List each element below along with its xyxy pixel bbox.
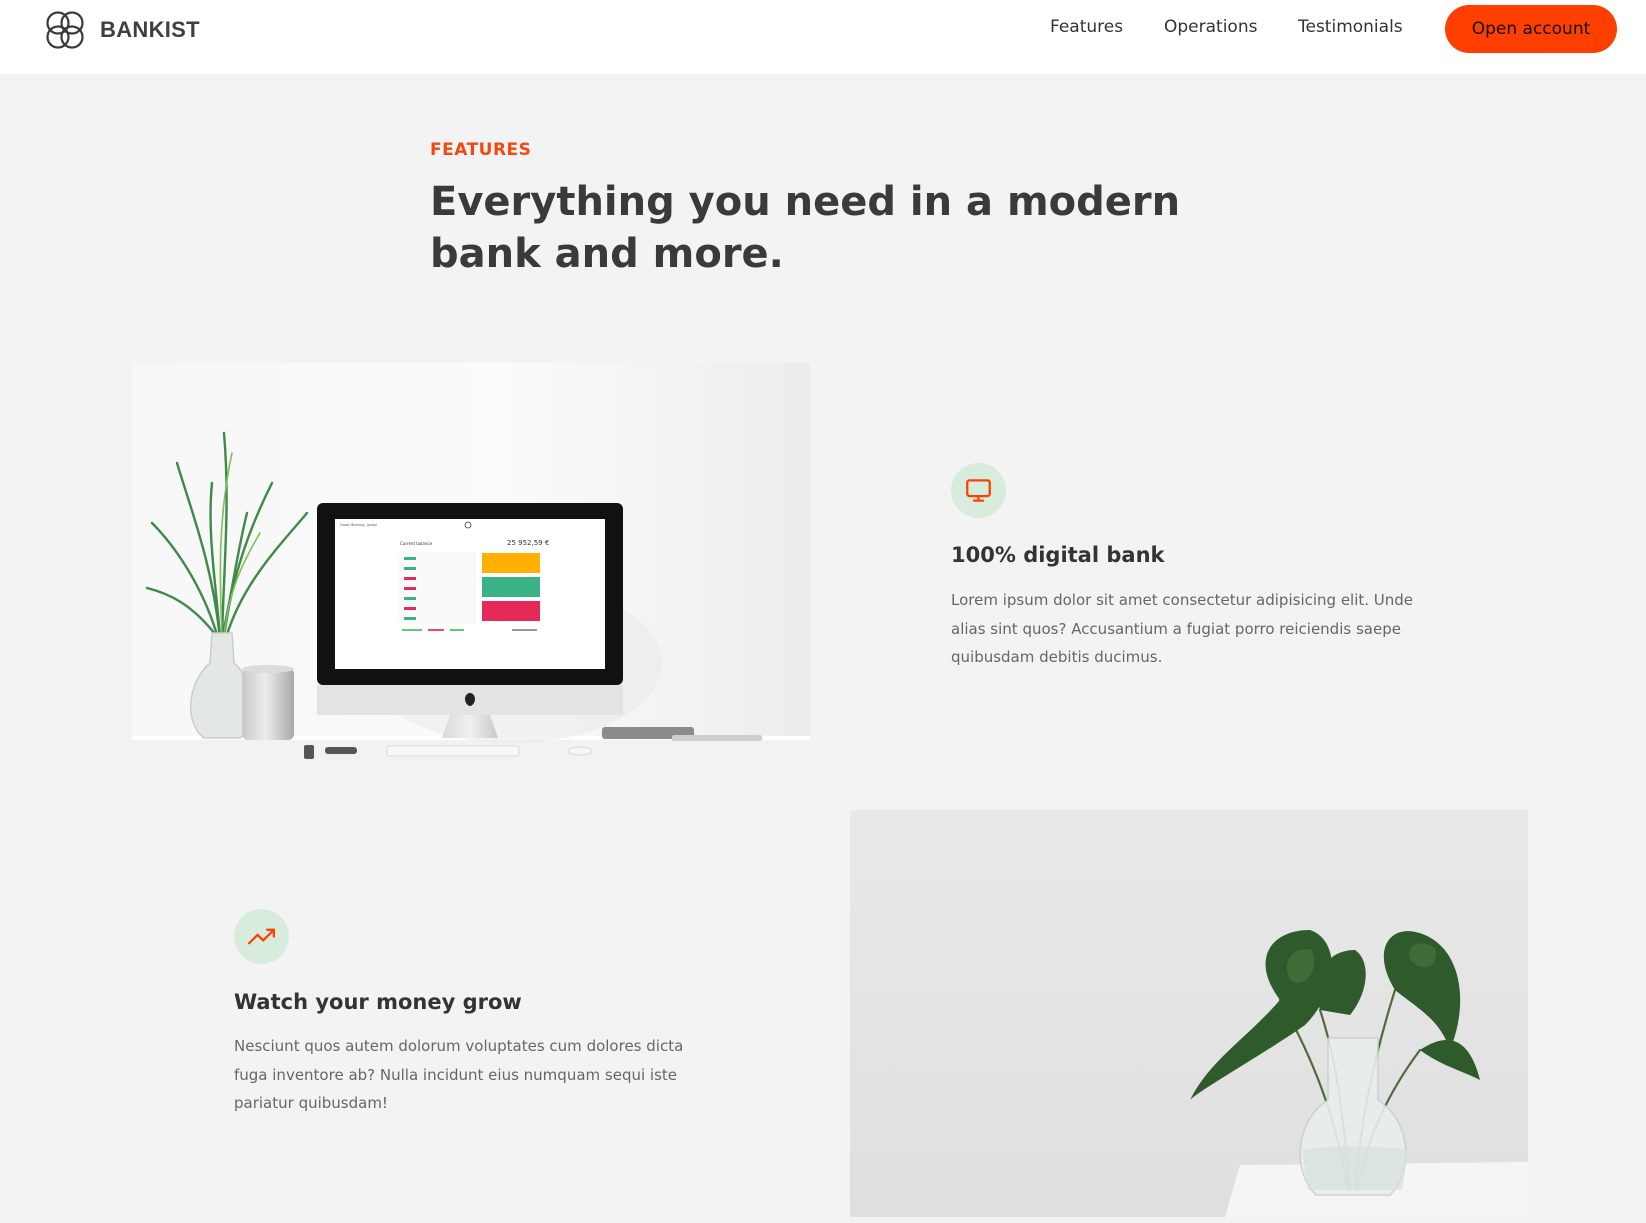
svg-text:Current balance: Current balance [400,541,433,546]
feature-title: Watch your money grow [234,990,522,1014]
feature-title: 100% digital bank [951,543,1165,567]
section-label: FEATURES [430,140,532,160]
screen-balance: 25 952,59 € [507,539,549,547]
open-account-button[interactable]: Open account [1445,5,1617,53]
feature-icon-circle [951,463,1006,518]
feature-text: Lorem ipsum dolor sit amet consectetur a… [951,591,1414,666]
feature-icon-circle [234,909,289,964]
feature-text: Nesciunt quos autem dolorum voluptates c… [234,1037,684,1112]
trending-up-icon [248,928,275,945]
nav-link-testimonials[interactable]: Testimonials [1298,17,1403,37]
money-grow-image [850,810,1528,1217]
navbar: BANKIST Features Operations Testimonials… [0,0,1646,74]
monitor-icon [966,479,991,502]
bankist-logo-icon[interactable] [40,6,90,54]
brand-name[interactable]: BANKIST [100,17,200,43]
nav-link-operations[interactable]: Operations [1164,17,1257,37]
svg-text:Good Morning, Jonas!: Good Morning, Jonas! [340,523,378,527]
digital-bank-image: Good Morning, Jonas! Current balance 25 … [132,363,810,769]
nav-link-features[interactable]: Features [1050,17,1123,37]
section-title: Everything you need in a modern bank and… [430,179,1181,277]
